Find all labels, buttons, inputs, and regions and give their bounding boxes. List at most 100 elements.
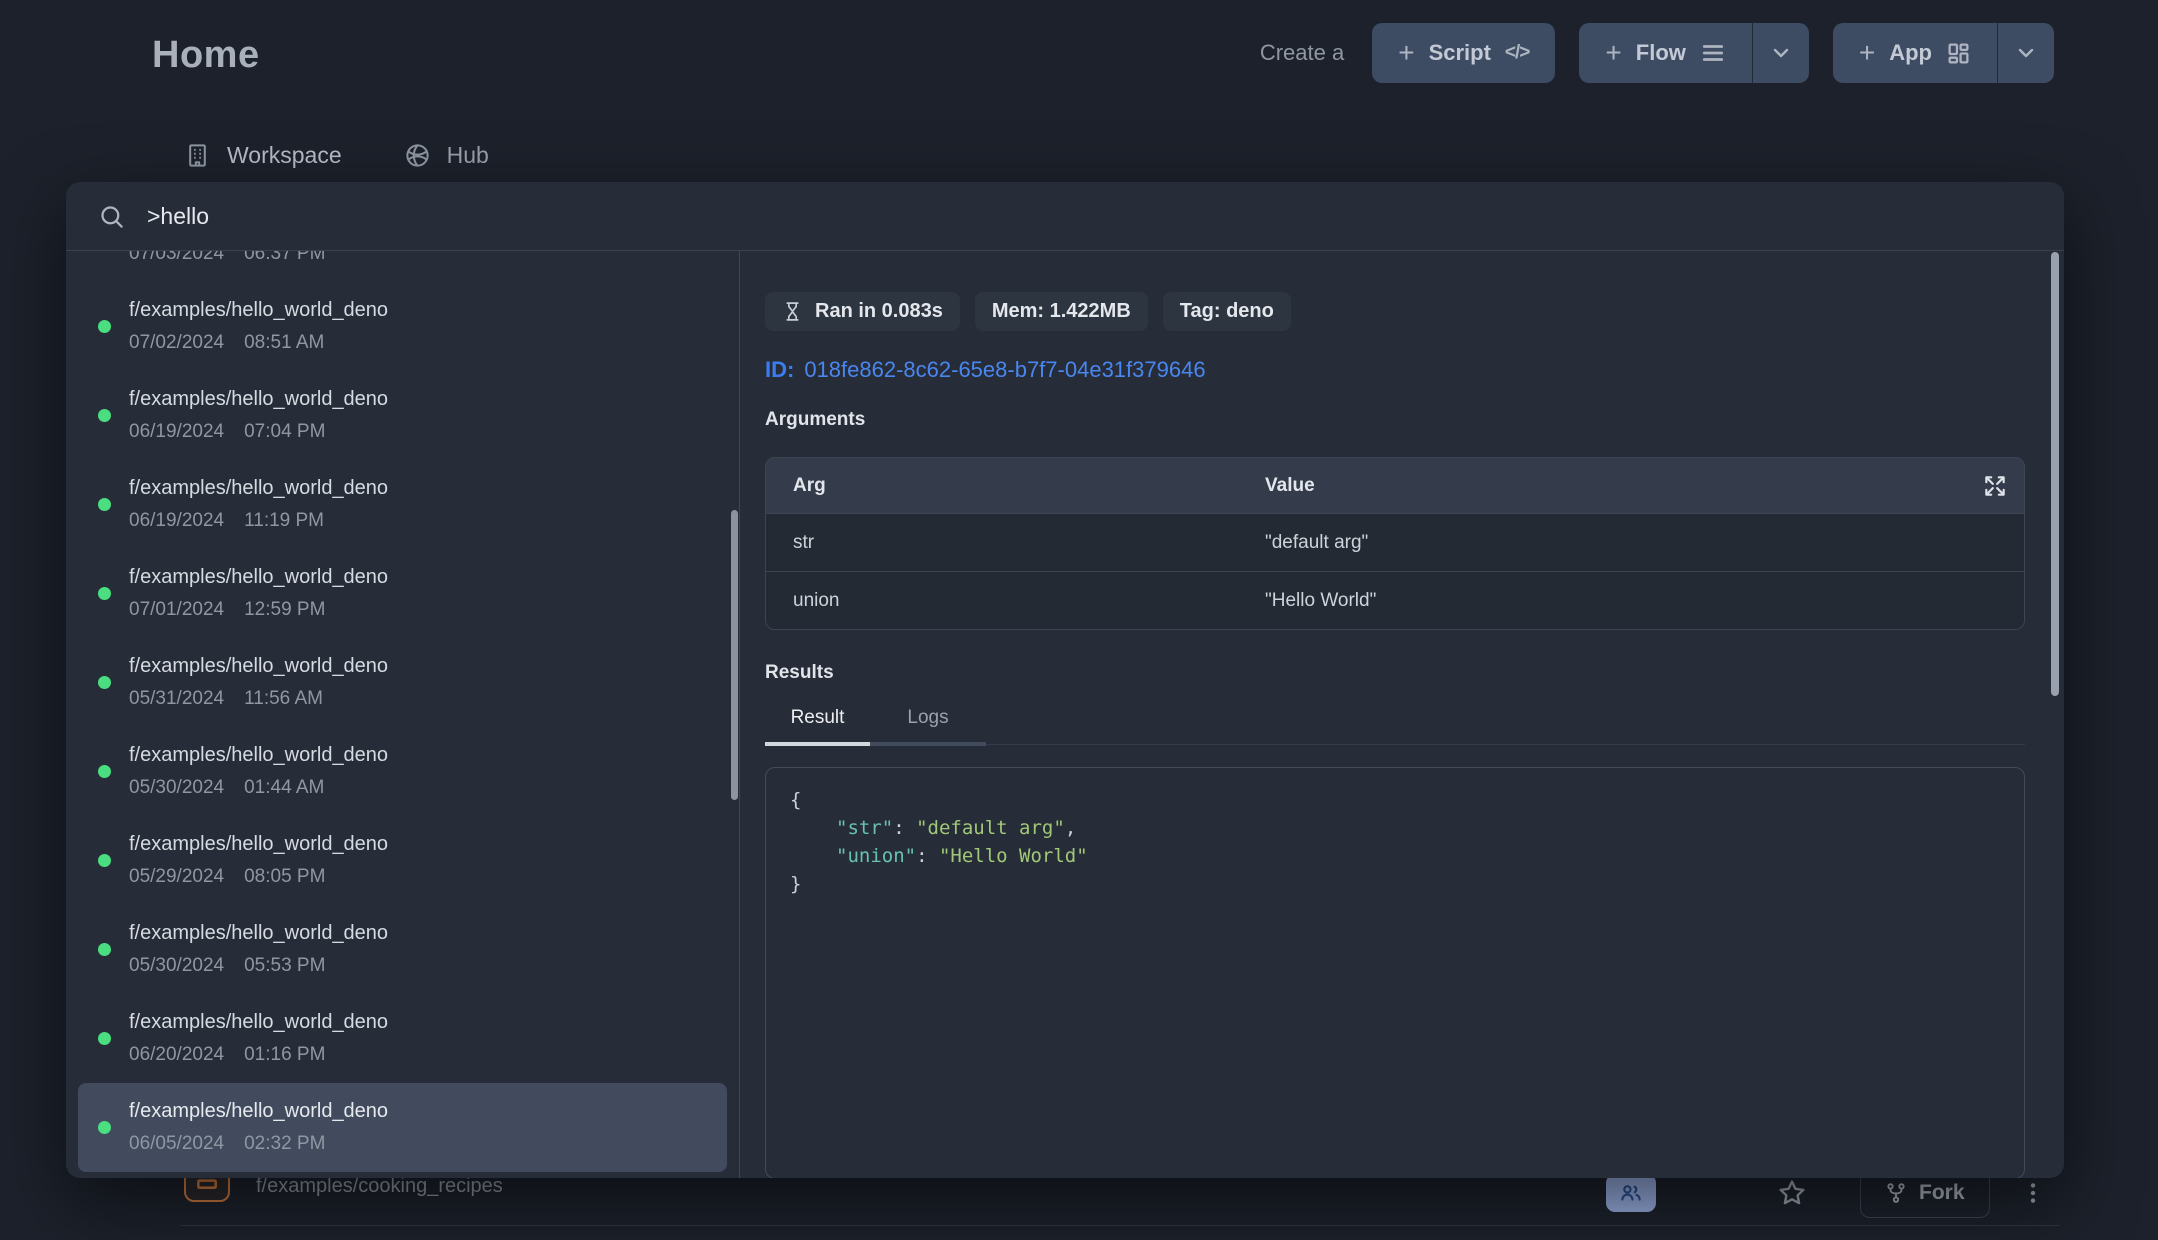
run-list-item[interactable]: f/examples/hello_world_deno 05/30/202405… xyxy=(78,905,727,994)
create-script-button[interactable]: + Script </> xyxy=(1372,23,1555,83)
success-dot-icon xyxy=(98,320,111,333)
run-list-scrollbar[interactable] xyxy=(731,510,738,800)
json-key: "union" xyxy=(836,845,916,867)
success-dot-icon xyxy=(98,943,111,956)
run-id-row: ID: 018fe862-8c62-65e8-b7f7-04e31f379646 xyxy=(765,357,2025,383)
run-datetime: 05/31/202411:56 AM xyxy=(129,688,388,710)
json-value: "default arg" xyxy=(916,817,1065,839)
globe-icon xyxy=(404,142,431,169)
run-list-item[interactable]: f/examples/hello_world_deno 07/02/202408… xyxy=(78,282,727,371)
run-datetime: 06/20/202401:16 PM xyxy=(129,1044,388,1066)
run-datetime: 06/19/202411:19 PM xyxy=(129,510,388,532)
tab-workspace[interactable]: Workspace xyxy=(184,142,342,169)
results-label: Results xyxy=(765,662,2025,684)
tab-hub[interactable]: Hub xyxy=(404,142,489,169)
memory-badge-label: Mem: 1.422MB xyxy=(992,300,1131,323)
star-icon[interactable] xyxy=(1776,1177,1808,1209)
run-datetime: 07/01/202412:59 PM xyxy=(129,599,388,621)
create-toolbar: Create a + Script </> + Flow xyxy=(1260,23,2054,83)
arg-name: union xyxy=(793,590,1265,612)
code-icon: </> xyxy=(1505,42,1529,64)
run-datetime: 05/30/202405:53 PM xyxy=(129,955,388,977)
run-list-item[interactable]: f/examples/hello_world_deno 05/30/202401… xyxy=(78,727,727,816)
run-datetime: 06/05/202402:32 PM xyxy=(129,1133,388,1155)
run-list-item[interactable]: f/examples/hello_world_deno 07/01/202412… xyxy=(78,549,727,638)
create-flow-button[interactable]: + Flow xyxy=(1579,23,1808,83)
run-path: f/examples/hello_world_deno xyxy=(129,477,388,500)
arg-name: str xyxy=(793,532,1265,554)
run-path: f/examples/hello_world_deno xyxy=(129,299,388,322)
page-title: Home xyxy=(152,34,260,77)
chevron-down-icon xyxy=(1769,41,1793,65)
create-label: Create a xyxy=(1260,40,1344,66)
plus-icon: + xyxy=(1859,39,1875,67)
dashboard-grid-icon xyxy=(1946,41,1971,66)
app-dropdown-button[interactable] xyxy=(1997,23,2054,83)
search-icon xyxy=(98,203,125,230)
command-palette-modal: f/examples/hello_world_deno 07/03/202406… xyxy=(66,182,2064,1178)
result-json-content: { "str": "default arg", "union": "Hello … xyxy=(790,786,2000,898)
duration-badge: Ran in 0.083s xyxy=(765,292,960,331)
run-list-item[interactable]: f/examples/hello_world_deno 05/29/202408… xyxy=(78,816,727,905)
run-datetime: 05/29/202408:05 PM xyxy=(129,866,388,888)
run-path: f/examples/hello_world_deno xyxy=(129,388,388,411)
kebab-menu-icon[interactable] xyxy=(2016,1176,2050,1210)
hourglass-icon xyxy=(782,301,803,322)
run-details-pane: Ran in 0.083s Mem: 1.422MB Tag: deno ID:… xyxy=(740,251,2064,1178)
arguments-label: Arguments xyxy=(765,409,2025,431)
arg-value: "default arg" xyxy=(1265,532,2024,554)
modal-body: f/examples/hello_world_deno 07/03/202406… xyxy=(66,251,2064,1178)
run-list-item[interactable]: f/examples/hello_world_deno 06/19/202411… xyxy=(78,460,727,549)
duration-badge-label: Ran in 0.083s xyxy=(815,300,943,323)
app-button-label: App xyxy=(1889,40,1932,66)
json-value: "Hello World" xyxy=(939,845,1088,867)
argument-row: union "Hello World" xyxy=(766,571,2024,629)
flow-button-label: Flow xyxy=(1636,40,1686,66)
tab-logs[interactable]: Logs xyxy=(870,698,986,746)
create-app-button[interactable]: + App xyxy=(1833,23,2054,83)
arguments-table: Arg Value str "def xyxy=(765,457,2025,630)
plus-icon: + xyxy=(1605,39,1621,67)
users-chip-icon xyxy=(1606,1174,1656,1212)
search-input[interactable] xyxy=(147,203,1047,230)
menu-lines-icon xyxy=(1700,40,1726,66)
run-path: f/examples/hello_world_deno xyxy=(129,922,388,945)
run-path: f/examples/hello_world_deno xyxy=(129,833,388,856)
success-dot-icon xyxy=(98,1121,111,1134)
tab-hub-label: Hub xyxy=(447,142,489,169)
run-list-item[interactable]: f/examples/hello_world_deno 05/31/202411… xyxy=(78,638,727,727)
success-dot-icon xyxy=(98,587,111,600)
fork-icon xyxy=(1885,1182,1907,1204)
run-list-item[interactable]: f/examples/hello_world_deno 07/03/202406… xyxy=(78,251,727,282)
run-list-items: f/examples/hello_world_deno 07/03/202406… xyxy=(66,251,739,1172)
success-dot-icon xyxy=(98,1032,111,1045)
run-path: f/examples/hello_world_deno xyxy=(129,1011,388,1034)
modal-scrollbar[interactable] xyxy=(2051,252,2059,696)
result-tabs: Result Logs xyxy=(765,698,2025,745)
run-id-label: ID: xyxy=(765,357,794,383)
run-badges: Ran in 0.083s Mem: 1.422MB Tag: deno xyxy=(765,292,2025,331)
success-dot-icon xyxy=(98,854,111,867)
expand-icon[interactable] xyxy=(1982,473,2008,499)
run-list-item[interactable]: f/examples/hello_world_deno 06/19/202407… xyxy=(78,371,727,460)
result-json-viewer: { "str": "default arg", "union": "Hello … xyxy=(765,767,2025,1178)
search-row xyxy=(66,182,2064,251)
flow-dropdown-button[interactable] xyxy=(1752,23,1809,83)
fork-button-label: Fork xyxy=(1919,1181,1965,1205)
run-datetime: 07/03/202406:37 PM xyxy=(129,251,388,265)
building-icon xyxy=(184,142,211,169)
success-dot-icon xyxy=(98,409,111,422)
run-path: f/examples/hello_world_deno xyxy=(129,655,388,678)
run-datetime: 06/19/202407:04 PM xyxy=(129,421,388,443)
success-dot-icon xyxy=(98,676,111,689)
run-list-item[interactable]: f/examples/hello_world_deno 06/20/202401… xyxy=(78,994,727,1083)
run-datetime: 07/02/202408:51 AM xyxy=(129,332,388,354)
tab-result[interactable]: Result xyxy=(765,698,870,746)
arg-value: "Hello World" xyxy=(1265,590,2024,612)
col-value-header: Value xyxy=(1265,475,2024,497)
run-list-item[interactable]: f/examples/hello_world_deno 06/05/202402… xyxy=(78,1083,727,1172)
run-path: f/examples/hello_world_deno xyxy=(129,566,388,589)
run-id-value[interactable]: 018fe862-8c62-65e8-b7f7-04e31f379646 xyxy=(804,357,1205,383)
run-datetime: 05/30/202401:44 AM xyxy=(129,777,388,799)
chevron-down-icon xyxy=(2014,41,2038,65)
